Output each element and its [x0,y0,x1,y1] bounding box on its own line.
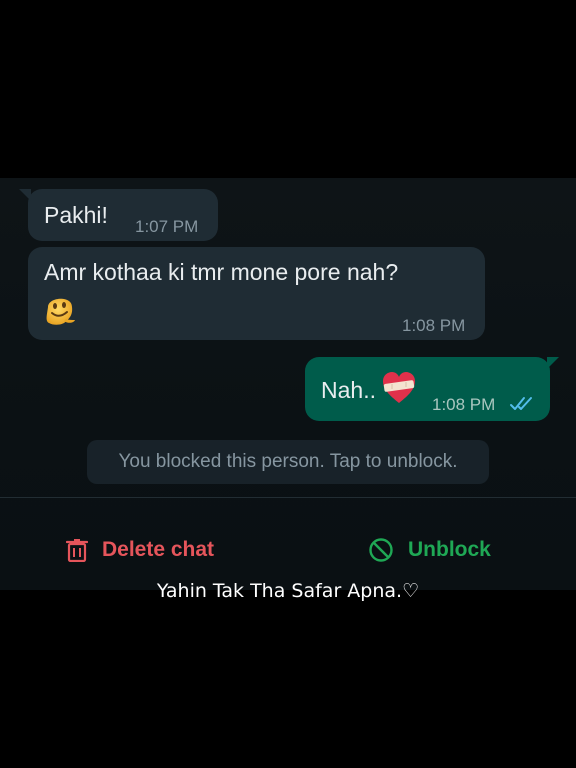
message-text: Amr kothaa ki tmr mone pore nah? [44,259,399,285]
blocked-notice[interactable]: You blocked this person. Tap to unblock. [87,440,489,484]
divider [0,497,576,498]
message-bubble-incoming[interactable]: Pakhi! 1:07 PM [19,189,218,241]
unblock-button[interactable]: Unblock [368,530,491,570]
mending-heart-emoji [381,371,417,410]
message-text: Pakhi! [44,202,108,228]
caption-text: Yahin Tak Tha Safar Apna.♡ [156,580,420,602]
unblock-label: Unblock [408,538,491,561]
delete-chat-button[interactable]: Delete chat [66,530,214,570]
block-icon [368,537,394,563]
delete-chat-label: Delete chat [102,538,215,561]
message-time: 1:07 PM [135,217,199,236]
trash-icon [66,538,88,562]
message-text: Nah.. [321,377,376,403]
message-time: 1:08 PM [432,395,496,414]
screen: Pakhi! 1:07 PM Amr kothaa ki tmr mone po… [0,0,576,768]
message-bubble-incoming[interactable]: Amr kothaa ki tmr mone pore nah? 1:08 PM [28,247,485,340]
bubble-tail [19,189,31,201]
melting-face-emoji [42,291,78,332]
message-bubble-outgoing[interactable]: Nah.. 1:08 PM [305,357,559,421]
message-time: 1:08 PM [402,316,466,335]
read-receipt-icon [509,395,535,418]
bubble-tail [547,357,559,369]
